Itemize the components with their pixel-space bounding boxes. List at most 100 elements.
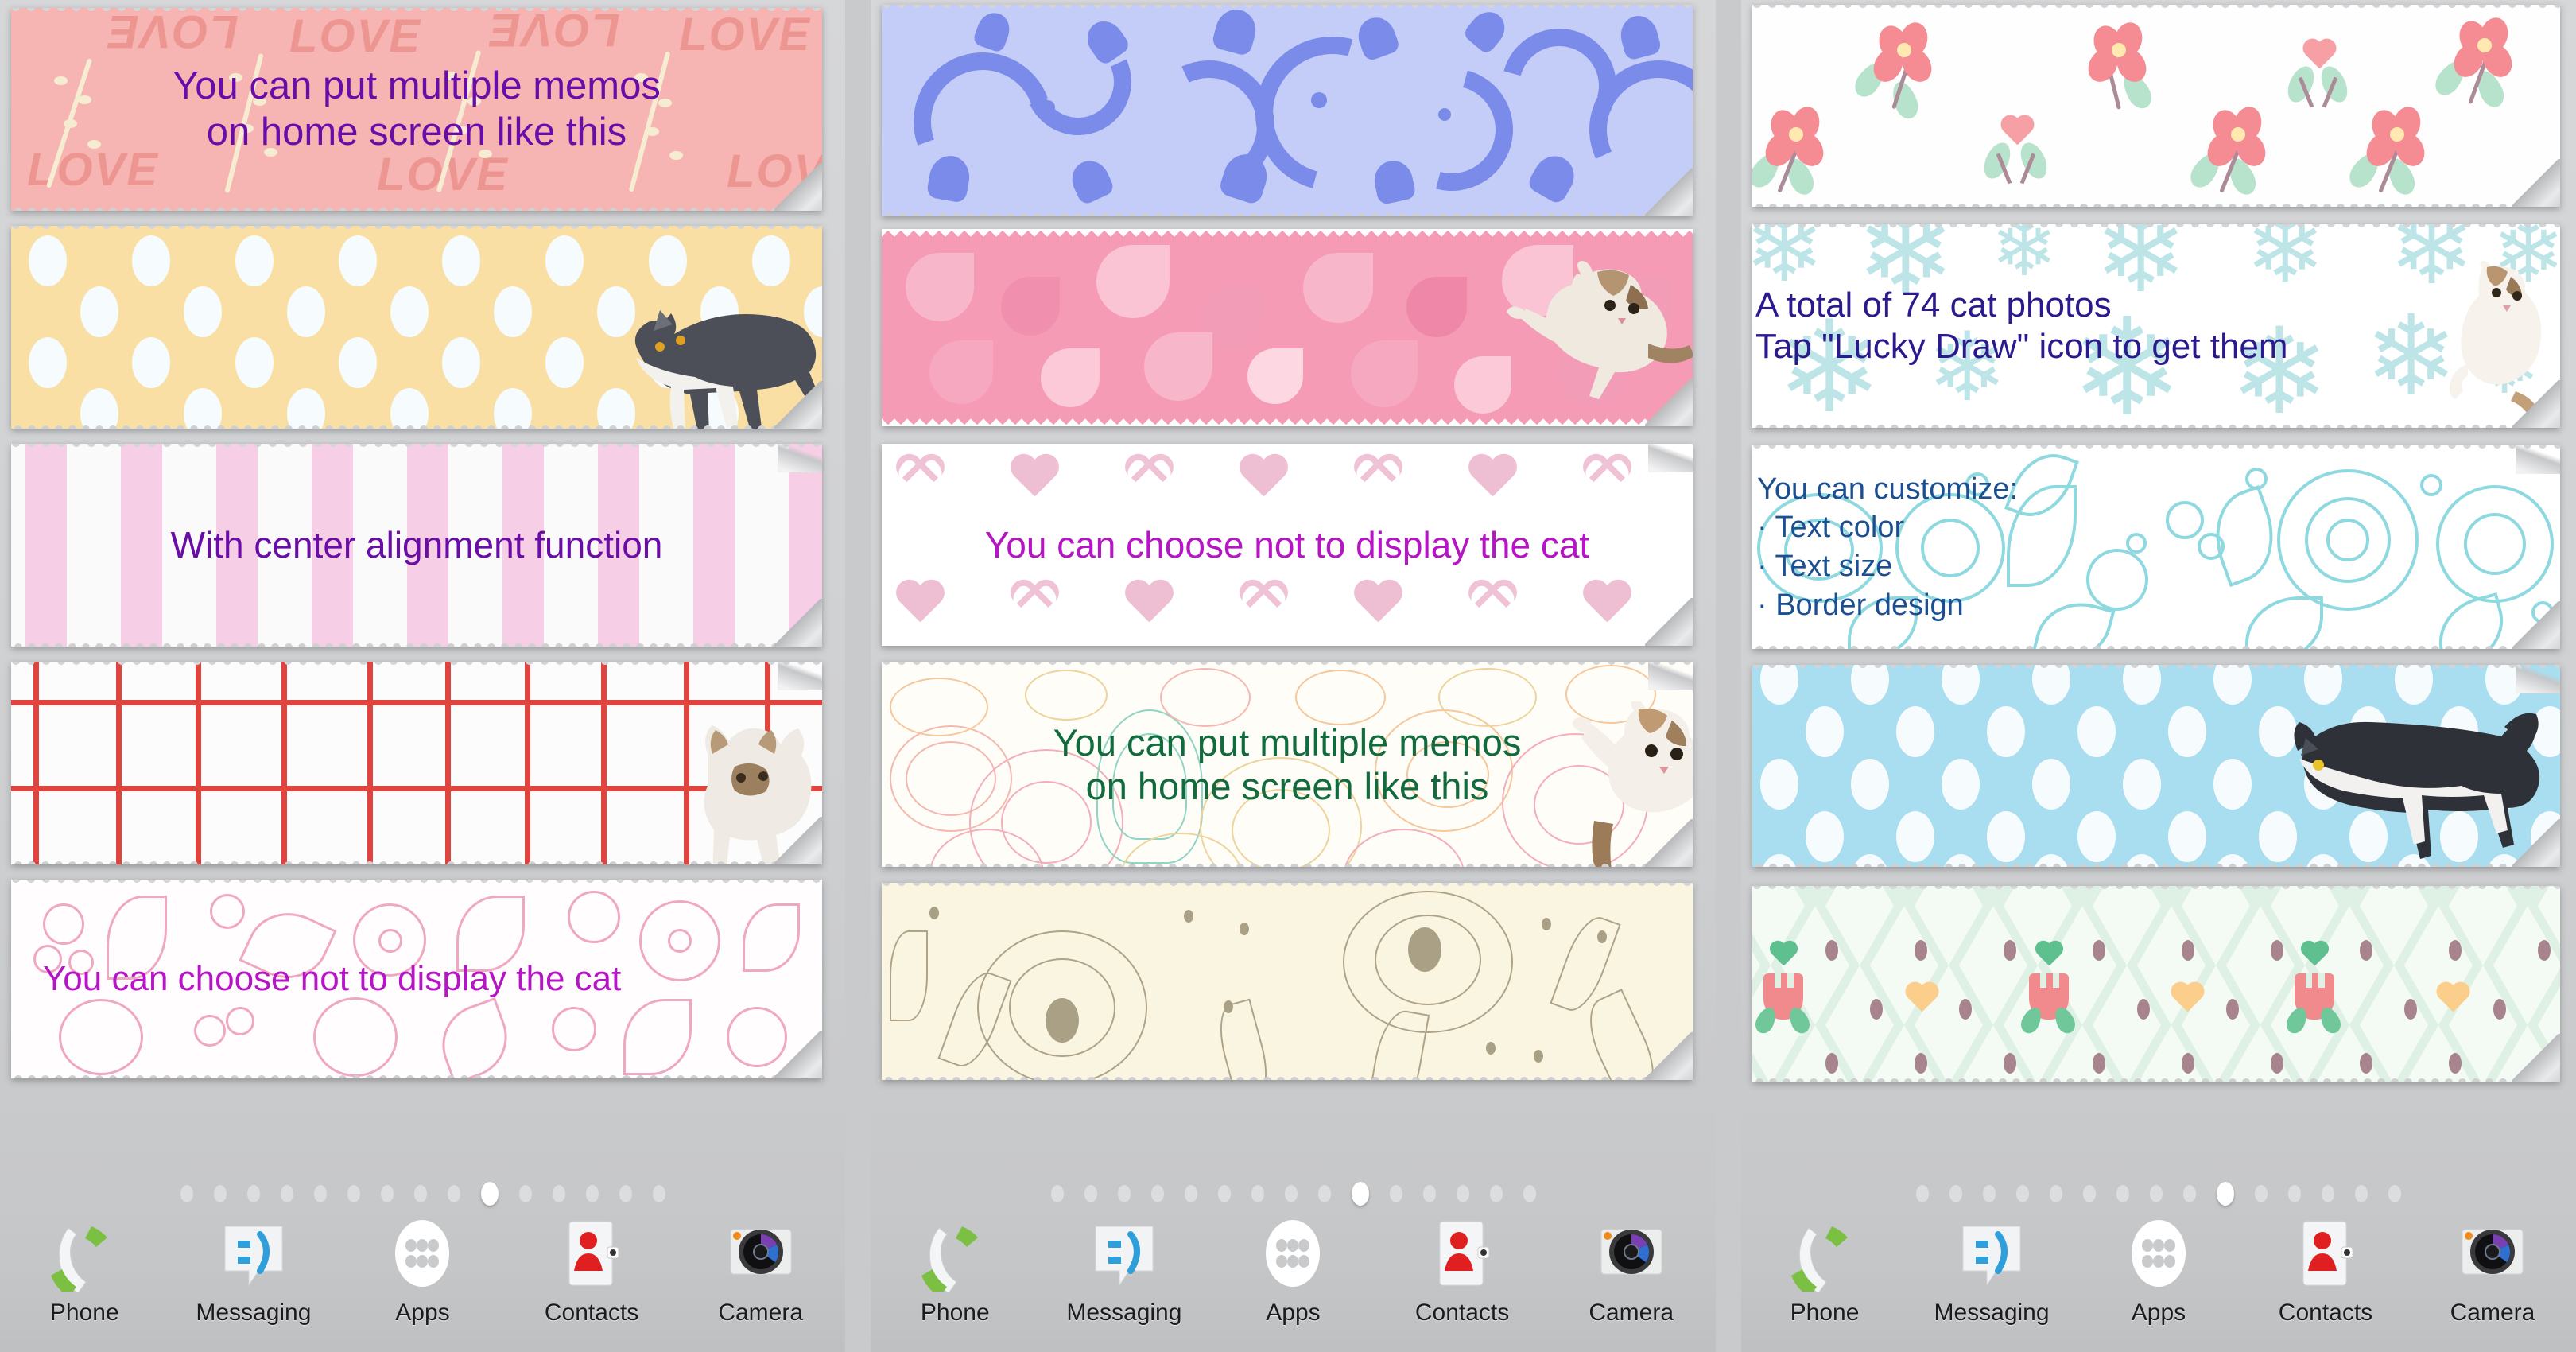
dock-item-messaging[interactable]: Messaging <box>184 1210 324 1327</box>
home-panel-1[interactable]: LOVE LOVE LOVE LOVE LOVE LOVE LOVE <box>0 0 845 1352</box>
memo-widget[interactable]: LOVE LOVE LOVE LOVE LOVE LOVE LOVE <box>11 8 822 211</box>
memo-text <box>882 229 1693 426</box>
page-indicator[interactable] <box>0 1182 845 1206</box>
dock-item-camera[interactable]: Camera <box>691 1210 831 1327</box>
memo-text: A total of 74 cat photos Tap "Lucky Draw… <box>1755 286 2288 366</box>
phone-icon <box>46 1210 122 1296</box>
memo-text <box>1752 665 2560 867</box>
page-indicator-active-dot <box>2217 1182 2234 1206</box>
memo-widget[interactable]: You can customize: · Text color · Text s… <box>1752 445 2560 649</box>
dock-item-phone[interactable]: Phone <box>14 1210 154 1327</box>
contacts-icon <box>2287 1210 2364 1296</box>
paper-fold-corner <box>2512 819 2560 867</box>
paper-fold-corner <box>774 817 822 864</box>
dock-item-apps[interactable]: Apps <box>352 1210 492 1327</box>
paper-fold-corner <box>2512 380 2560 428</box>
memo-text: You can choose not to display the cat <box>984 523 1590 565</box>
camera-icon <box>2454 1210 2531 1296</box>
memo-text <box>882 883 1693 1080</box>
paper-fold-corner <box>774 381 822 429</box>
memo-widget[interactable] <box>11 226 822 429</box>
paper-fold-corner <box>774 599 822 647</box>
dock-label: Messaging <box>1934 1300 2050 1326</box>
memo-widget[interactable] <box>882 883 1693 1080</box>
messaging-icon <box>1086 1210 1162 1296</box>
dock-label: Camera <box>1589 1300 1674 1326</box>
dock-item-apps[interactable]: Apps <box>2089 1210 2229 1327</box>
dock-item-phone[interactable]: Phone <box>885 1210 1025 1327</box>
memo-text <box>1752 5 2560 207</box>
memo-text <box>882 5 1693 216</box>
camera-icon <box>1593 1210 1670 1296</box>
dock: Phone Messaging Apps Contacts Camera <box>1741 1206 2576 1352</box>
paper-fold-corner-top <box>778 662 822 690</box>
memo-widget[interactable] <box>11 662 822 864</box>
paper-fold-corner <box>1645 169 1693 216</box>
dock-item-contacts[interactable]: Contacts <box>1392 1210 1532 1327</box>
memo-widget[interactable]: You can choose not to display the cat <box>11 880 822 1078</box>
paper-fold-corner-top <box>1648 662 1693 690</box>
memo-widget[interactable] <box>882 229 1693 426</box>
paper-fold-corner-top <box>778 444 822 472</box>
memo-widget[interactable] <box>882 5 1693 216</box>
dock-label: Messaging <box>1066 1300 1182 1326</box>
page-indicator-active-dot <box>1351 1182 1369 1206</box>
home-panel-2[interactable]: You can choose not to display the cat Yo… <box>871 0 1716 1352</box>
page-indicator-active-dot <box>480 1182 499 1206</box>
memo-text: You can choose not to display the cat <box>43 959 622 999</box>
dock-label: Camera <box>2450 1300 2535 1326</box>
memo-widget[interactable] <box>1752 5 2560 207</box>
dock-label: Contacts <box>2278 1300 2373 1326</box>
dock-item-camera[interactable]: Camera <box>1562 1210 1701 1327</box>
page-indicator[interactable] <box>1741 1182 2576 1206</box>
dock-item-messaging[interactable]: Messaging <box>1054 1210 1194 1327</box>
dock-item-contacts[interactable]: Contacts <box>522 1210 661 1327</box>
messaging-icon <box>1953 1210 2030 1296</box>
memo-text: You can put multiple memos on home scree… <box>173 64 661 153</box>
paper-fold-corner-top <box>2516 445 2560 474</box>
dock-item-messaging[interactable]: Messaging <box>1922 1210 2062 1327</box>
dock: Phone Messaging Apps Contacts Camera <box>0 1206 845 1352</box>
memo-widget[interactable]: ❄ ❄ ❄ ❄ ❄ ❄ ❄ ❄ ❄ ❄ ❄ ❄ ❄ <box>1752 224 2560 428</box>
apps-grid-icon <box>1255 1210 1331 1296</box>
paper-fold-corner <box>1645 379 1693 426</box>
apps-grid-icon <box>2120 1210 2197 1296</box>
paper-fold-corner <box>774 163 822 211</box>
camera-icon <box>723 1210 799 1296</box>
paper-fold-corner <box>1645 598 1693 646</box>
contacts-icon <box>553 1210 630 1296</box>
memo-widget[interactable] <box>1752 886 2560 1082</box>
paper-fold-corner <box>1645 1032 1693 1080</box>
memo-text <box>11 226 822 429</box>
dock-label: Phone <box>1790 1300 1860 1326</box>
memo-text: You can customize: · Text color · Text s… <box>1757 472 2019 622</box>
dock-label: Camera <box>718 1300 804 1326</box>
dock: Phone Messaging Apps Contacts Camera <box>871 1206 1716 1352</box>
dock-item-phone[interactable]: Phone <box>1755 1210 1895 1327</box>
dock-label: Messaging <box>196 1300 312 1326</box>
dock-label: Apps <box>2131 1300 2186 1326</box>
dock-item-apps[interactable]: Apps <box>1223 1210 1363 1327</box>
memo-text: You can put multiple memos on home scree… <box>1053 721 1522 807</box>
dock-label: Phone <box>920 1300 990 1326</box>
dock-label: Apps <box>1266 1300 1321 1326</box>
phone-icon <box>917 1210 993 1296</box>
page-indicator[interactable] <box>871 1182 1716 1206</box>
dock-item-contacts[interactable]: Contacts <box>2256 1210 2396 1327</box>
paper-fold-corner <box>2512 1034 2560 1082</box>
dock-item-camera[interactable]: Camera <box>2423 1210 2562 1327</box>
paper-fold-corner <box>774 1031 822 1078</box>
contacts-icon <box>1424 1210 1500 1296</box>
memo-widget[interactable] <box>1752 665 2560 867</box>
memo-text <box>11 662 822 864</box>
paper-fold-corner-top <box>2516 665 2560 693</box>
memo-widget[interactable]: You can choose not to display the cat <box>882 444 1693 646</box>
memo-widget[interactable]: With center alignment function <box>11 444 822 647</box>
home-panel-3[interactable]: ❄ ❄ ❄ ❄ ❄ ❄ ❄ ❄ ❄ ❄ ❄ ❄ ❄ <box>1741 0 2576 1352</box>
dock-label: Contacts <box>1414 1300 1510 1326</box>
paper-fold-corner-top <box>1648 444 1693 472</box>
memo-text <box>1752 886 2560 1082</box>
memo-widget[interactable]: You can put multiple memos on home scree… <box>882 662 1693 867</box>
phone-icon <box>1787 1210 1863 1296</box>
memo-text: With center alignment function <box>170 524 663 566</box>
